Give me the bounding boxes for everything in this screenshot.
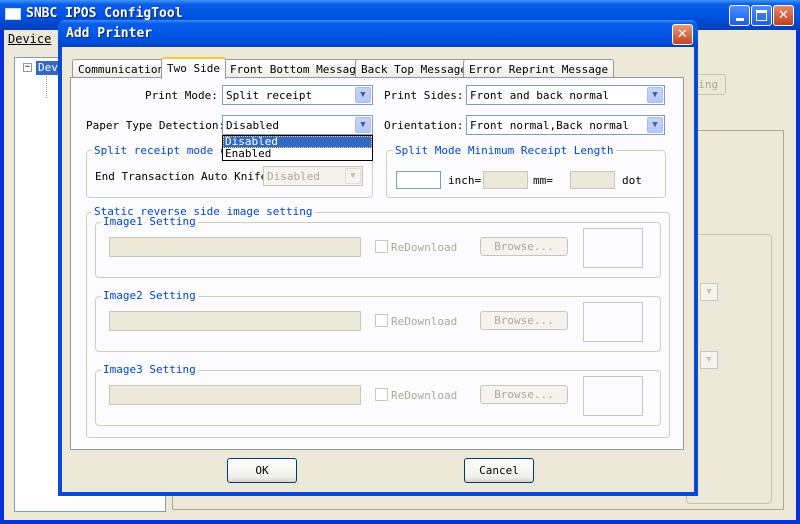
- paper-type-detection-label: Paper Type Detection:: [86, 119, 226, 132]
- maximize-icon: [756, 10, 767, 21]
- print-mode-value: Split receipt: [226, 89, 313, 102]
- maximize-button[interactable]: [751, 5, 772, 26]
- image3-group-title: Image3 Setting: [101, 363, 198, 376]
- app-window-icon: [5, 8, 21, 20]
- tab-communication[interactable]: Communication: [72, 59, 171, 78]
- mm-input[interactable]: [483, 171, 528, 189]
- mm-label: mm=: [533, 174, 553, 187]
- image3-browse-button[interactable]: Browse...: [480, 385, 568, 404]
- image3-redownload-label: ReDownload: [391, 389, 458, 402]
- close-icon: ✕: [677, 27, 688, 42]
- dropdown-option-enabled[interactable]: Enabled: [223, 148, 372, 160]
- print-sides-label: Print Sides:: [384, 89, 464, 102]
- split-cut-group-title: Split receipt mode cut: [92, 144, 242, 157]
- dialog-title: Add Printer: [66, 26, 153, 41]
- orientation-select[interactable]: Front normal,Back normal ▼: [466, 115, 665, 135]
- chevron-down-icon[interactable]: ▼: [647, 117, 663, 133]
- main-window-title: SNBC IPOS ConfigTool: [26, 6, 183, 21]
- image2-preview: [583, 302, 643, 342]
- end-knife-label: End Transaction Auto Knife:: [95, 170, 274, 183]
- chevron-down-icon[interactable]: ▼: [647, 87, 663, 103]
- print-sides-select[interactable]: Front and back normal ▼: [466, 85, 665, 105]
- paper-type-detection-value: Disabled: [226, 119, 279, 132]
- image3-preview: [583, 376, 643, 416]
- orientation-value: Front normal,Back normal: [470, 119, 629, 132]
- orientation-label: Orientation:: [384, 119, 464, 132]
- split-min-length-group-title: Split Mode Minimum Receipt Length: [393, 144, 616, 157]
- chevron-down-icon[interactable]: ▼: [355, 87, 371, 103]
- image2-browse-button[interactable]: Browse...: [480, 311, 568, 330]
- image1-preview: [583, 228, 643, 268]
- paper-type-detection-select[interactable]: Disabled ▼: [222, 115, 373, 135]
- image2-path-input[interactable]: [109, 311, 361, 331]
- close-icon: ✕: [778, 8, 789, 23]
- end-knife-value: Disabled: [267, 170, 320, 183]
- ok-button[interactable]: OK: [227, 458, 297, 483]
- dot-input[interactable]: [570, 171, 615, 189]
- tab-two-side[interactable]: Two Side: [161, 57, 226, 79]
- chevron-down-icon[interactable]: ▼: [355, 117, 371, 133]
- image3-redownload-checkbox[interactable]: [375, 388, 388, 401]
- print-mode-select[interactable]: Split receipt ▼: [222, 85, 373, 105]
- dot-label: dot: [622, 174, 642, 187]
- tab-front-bottom-message[interactable]: Front Bottom Message: [224, 59, 369, 78]
- image1-group-title: Image1 Setting: [101, 215, 198, 228]
- tab-error-reprint-message[interactable]: Error Reprint Message: [463, 59, 615, 78]
- cancel-button[interactable]: Cancel: [464, 458, 534, 483]
- image2-redownload-checkbox[interactable]: [375, 314, 388, 327]
- paper-type-detection-dropdown-list: Disabled Enabled: [222, 135, 373, 161]
- image1-browse-button[interactable]: Browse...: [480, 237, 568, 256]
- background-combo-chevron-down-icon: ▼: [700, 351, 718, 369]
- main-close-button[interactable]: ✕: [773, 5, 794, 26]
- tree-collapse-icon[interactable]: −: [23, 63, 32, 72]
- minimize-button[interactable]: [729, 5, 750, 26]
- image1-path-input[interactable]: [109, 237, 361, 257]
- minimize-icon: [735, 18, 744, 21]
- inch-label: inch=: [448, 174, 482, 187]
- tab-back-top-message[interactable]: Back Top Message: [355, 59, 473, 78]
- image2-redownload-label: ReDownload: [391, 315, 458, 328]
- image2-group-title: Image2 Setting: [101, 289, 198, 302]
- dialog-close-button[interactable]: ✕: [672, 24, 693, 45]
- tree-connector-line: [46, 76, 47, 98]
- tree-root-item[interactable]: Dev: [36, 61, 60, 75]
- image1-redownload-checkbox[interactable]: [375, 240, 388, 253]
- image1-redownload-label: ReDownload: [391, 241, 458, 254]
- background-combo-chevron-down-icon: ▼: [700, 283, 718, 301]
- menu-device[interactable]: Device: [8, 32, 51, 46]
- inch-input[interactable]: [396, 171, 441, 189]
- print-sides-value: Front and back normal: [470, 89, 610, 102]
- dialog-titlebar[interactable]: [58, 20, 698, 47]
- chevron-down-icon: ▼: [345, 168, 361, 184]
- end-knife-select[interactable]: Disabled ▼: [263, 166, 363, 186]
- print-mode-label: Print Mode:: [145, 89, 218, 102]
- image3-path-input[interactable]: [109, 385, 361, 405]
- background-inner-group: [686, 234, 772, 504]
